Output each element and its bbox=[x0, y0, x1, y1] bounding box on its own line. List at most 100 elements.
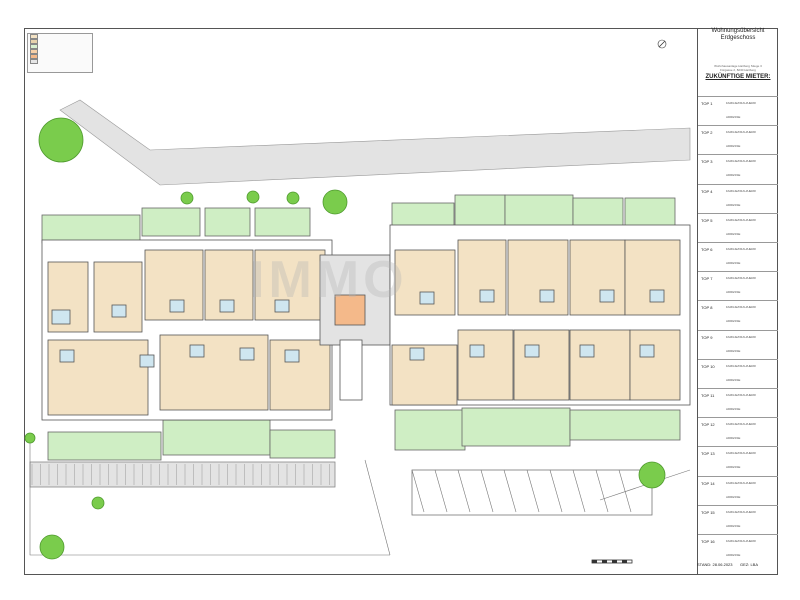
top-number: TOP 12 bbox=[701, 422, 715, 428]
apartment-unit bbox=[569, 239, 626, 316]
stairway bbox=[339, 339, 363, 401]
top-number: TOP 16 bbox=[701, 539, 715, 544]
bathroom bbox=[59, 349, 75, 363]
tenant-name-placeholder: FAMILIE/FRAU/HERR bbox=[726, 334, 756, 339]
title-block: Wohnungsübersicht Erdgeschoss Wohnhausan… bbox=[697, 28, 778, 575]
apartment-unit bbox=[269, 339, 331, 411]
tree bbox=[91, 496, 105, 510]
legend-box bbox=[27, 33, 93, 73]
tenant-name-placeholder: FAMILIE/FRAU/HERR bbox=[726, 247, 756, 251]
tenant-row: TOP 9 FAMILIE/FRAU/HERR ADRESSE bbox=[698, 329, 778, 359]
tenant-address-placeholder: ADRESSE bbox=[726, 436, 741, 441]
garden-area bbox=[204, 207, 251, 237]
top-number: TOP 5 bbox=[701, 217, 713, 223]
tenant-address-placeholder: ADRESSE bbox=[726, 261, 741, 265]
bathroom bbox=[111, 304, 127, 318]
tenant-address-placeholder: ADRESSE bbox=[726, 319, 741, 324]
garden-area bbox=[269, 429, 336, 459]
legend-swatch bbox=[30, 59, 38, 64]
tenant-address-placeholder: ADRESSE bbox=[726, 231, 741, 236]
top-number: TOP 14 bbox=[701, 480, 715, 486]
tenant-address-placeholder: ADRESSE bbox=[726, 348, 741, 353]
bathroom bbox=[599, 289, 615, 303]
garden-area bbox=[572, 197, 624, 229]
tenant-row: TOP 1 FAMILIE/FRAU/HERR ADRESSE bbox=[698, 96, 778, 125]
bathroom bbox=[539, 289, 555, 303]
tenant-name-placeholder: FAMILIE/FRAU/HERR bbox=[726, 130, 756, 135]
bathroom bbox=[579, 344, 595, 358]
apartment-unit bbox=[513, 329, 570, 401]
top-number: TOP 8 bbox=[701, 305, 713, 311]
tenant-row: TOP 8 FAMILIE/FRAU/HERR ADRESSE bbox=[698, 300, 778, 329]
bathroom bbox=[469, 344, 485, 358]
apartment-unit bbox=[159, 334, 269, 411]
legend-rows bbox=[28, 34, 92, 64]
garden-area bbox=[461, 407, 571, 447]
bathroom bbox=[639, 344, 655, 358]
apartment-unit bbox=[507, 239, 569, 316]
top-number: TOP 2 bbox=[701, 130, 713, 136]
tenant-name-placeholder: FAMILIE/FRAU/HERR bbox=[726, 451, 756, 456]
watermark-text: IMMO bbox=[250, 251, 408, 309]
tenant-address-placeholder: ADRESSE bbox=[726, 290, 741, 295]
street bbox=[59, 99, 691, 186]
bathroom bbox=[479, 289, 495, 303]
apartment-unit bbox=[629, 329, 681, 401]
tenant-name-placeholder: FAMILIE/FRAU/HERR bbox=[726, 363, 756, 368]
scale-bar-segment bbox=[592, 560, 597, 563]
top-number: TOP 15 bbox=[701, 509, 715, 515]
tenant-name-placeholder: FAMILIE/FRAU/HERR bbox=[726, 159, 756, 164]
tenant-row: TOP 3 FAMILIE/FRAU/HERR ADRESSE bbox=[698, 154, 778, 183]
garden-area bbox=[141, 207, 201, 237]
tenant-address-placeholder: ADRESSE bbox=[726, 465, 741, 470]
bathroom bbox=[189, 344, 205, 358]
tenant-row: TOP 2 FAMILIE/FRAU/HERR ADRESSE bbox=[698, 125, 778, 154]
tenant-address-placeholder: ADRESSE bbox=[726, 523, 741, 528]
tenant-name-placeholder: FAMILIE/FRAU/HERR bbox=[726, 101, 756, 105]
tree bbox=[38, 117, 84, 163]
tenant-address-placeholder: ADRESSE bbox=[726, 494, 741, 499]
bathroom bbox=[219, 299, 235, 313]
garden-area bbox=[394, 409, 466, 451]
tenant-row: TOP 5 FAMILIE/FRAU/HERR ADRESSE bbox=[698, 212, 778, 242]
top-number: TOP 10 bbox=[701, 363, 715, 369]
apartment-unit bbox=[457, 329, 514, 401]
garden-area bbox=[569, 409, 681, 441]
tree bbox=[322, 189, 348, 215]
tenant-name-placeholder: FAMILIE/FRAU/HERR bbox=[726, 188, 756, 193]
top-number: TOP 13 bbox=[701, 451, 715, 457]
bathroom bbox=[169, 299, 185, 313]
garden-area bbox=[162, 419, 271, 456]
tenant-address-placeholder: ADRESSE bbox=[726, 173, 741, 178]
tenant-row: TOP 14 FAMILIE/FRAU/HERR ADRESSE bbox=[698, 475, 778, 505]
garden-area bbox=[47, 431, 162, 461]
plan-title: Wohnungsübersicht bbox=[711, 28, 765, 34]
tenant-row: TOP 13 FAMILIE/FRAU/HERR ADRESSE bbox=[698, 446, 778, 475]
bathroom bbox=[284, 349, 300, 363]
top-number: TOP 3 bbox=[701, 159, 713, 165]
tenant-address-placeholder: ADRESSE bbox=[726, 553, 741, 557]
scale-bar-segment bbox=[602, 560, 607, 563]
tenant-address-placeholder: ADRESSE bbox=[726, 115, 741, 119]
tenant-row: TOP 16 FAMILIE/FRAU/HERR ADRESSE bbox=[698, 534, 778, 563]
garden-area bbox=[624, 197, 676, 229]
project-address: Fürgasse 2, 8230 Hartberg bbox=[720, 68, 756, 72]
tenant-row: TOP 7 FAMILIE/FRAU/HERR ADRESSE bbox=[698, 271, 778, 300]
top-number: TOP 9 bbox=[701, 334, 713, 340]
bathroom bbox=[139, 354, 155, 368]
bathroom bbox=[524, 344, 540, 358]
tree bbox=[246, 190, 260, 204]
path-line bbox=[364, 459, 391, 556]
scale-bar-segment bbox=[622, 560, 627, 563]
tenant-row: TOP 11 FAMILIE/FRAU/HERR ADRESSE bbox=[698, 388, 778, 417]
tenant-address-placeholder: ADRESSE bbox=[726, 407, 741, 411]
tenant-address-placeholder: ADRESSE bbox=[726, 144, 741, 149]
top-number: TOP 7 bbox=[701, 276, 713, 282]
north-arrow-needle bbox=[658, 40, 666, 48]
tree bbox=[638, 461, 666, 489]
tenants-heading: ZUKÜNFTIGE MIETER: bbox=[705, 74, 771, 80]
top-number: TOP 4 bbox=[701, 188, 713, 194]
tenant-name-placeholder: FAMILIE/FRAU/HERR bbox=[726, 480, 756, 485]
tenant-row: TOP 12 FAMILIE/FRAU/HERR ADRESSE bbox=[698, 417, 778, 446]
apartment-unit bbox=[624, 239, 681, 316]
